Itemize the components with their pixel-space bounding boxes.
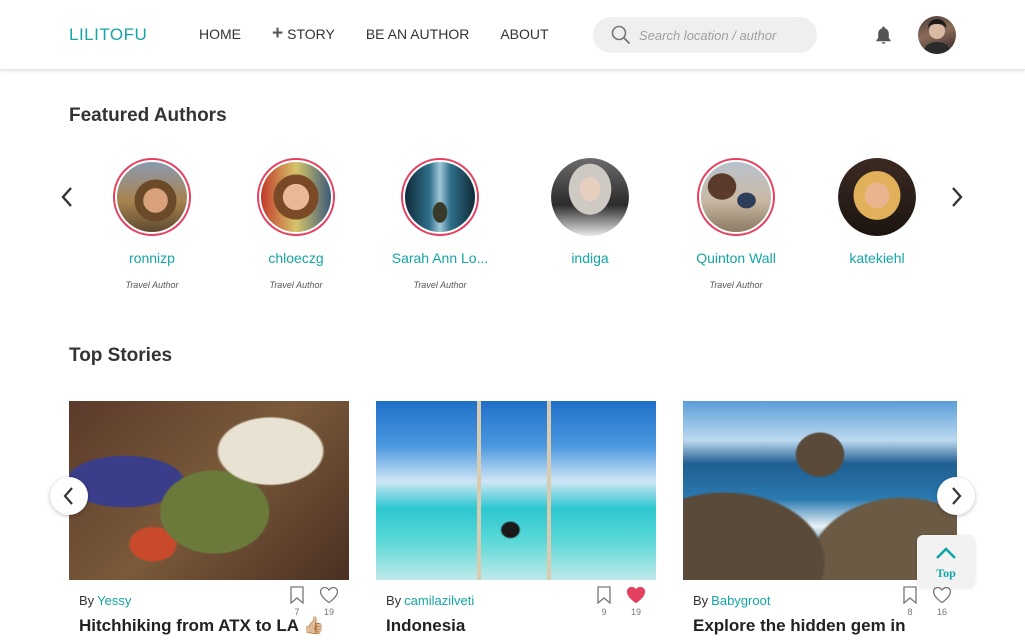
story-byline: By camilazilveti <box>386 593 474 608</box>
story-author-link[interactable]: Babygroot <box>711 593 770 608</box>
story-image[interactable] <box>376 401 656 580</box>
author-avatar[interactable] <box>697 158 775 236</box>
nav-home[interactable]: HOME <box>199 26 241 42</box>
story-author-link[interactable]: Yessy <box>97 593 131 608</box>
author-name[interactable]: ronnizp <box>77 250 227 266</box>
bookmark-icon <box>597 586 611 605</box>
featured-authors-title: Featured Authors <box>69 105 227 126</box>
authors-prev-button[interactable] <box>60 185 74 215</box>
author-role: Travel Author <box>709 280 763 290</box>
author-role: Travel Author <box>413 280 467 290</box>
author-card[interactable]: katekiehl <box>802 158 952 291</box>
stories-next-button[interactable] <box>937 477 975 515</box>
chevron-left-icon <box>61 187 72 207</box>
author-avatar[interactable] <box>113 158 191 236</box>
nav-be-an-author-label: BE AN AUTHOR <box>365 26 470 42</box>
heart-icon <box>319 586 339 604</box>
author-role: Travel Author <box>269 280 323 290</box>
story-card[interactable]: By Babygroot 8 16 Explore the hidden gem … <box>683 401 957 636</box>
top-stories-title: Top Stories <box>69 345 173 366</box>
author-card[interactable]: chloeczg Travel Author <box>221 158 371 291</box>
chevron-left-icon <box>63 487 73 505</box>
author-avatar[interactable] <box>838 158 916 236</box>
nav-story-label: STORY <box>287 26 335 42</box>
bookmark-icon <box>290 586 304 605</box>
nav-about-label: ABOUT <box>500 26 549 42</box>
bookmark-button[interactable]: 9 <box>588 586 620 617</box>
author-card[interactable]: ronnizp Travel Author <box>77 158 227 291</box>
author-role <box>515 280 665 291</box>
like-count: 19 <box>630 607 641 617</box>
heart-filled-icon <box>626 586 646 604</box>
bookmark-count: 8 <box>907 607 913 617</box>
stories-prev-button[interactable] <box>50 477 88 515</box>
story-author-link[interactable]: camilazilveti <box>404 593 474 608</box>
like-count: 16 <box>936 607 947 617</box>
site-logo[interactable]: LILITOFU <box>69 25 147 45</box>
story-meta: By Yessy 7 19 <box>69 580 349 620</box>
bookmark-icon <box>903 586 917 605</box>
nav-home-label: HOME <box>199 26 241 42</box>
story-card[interactable]: By camilazilveti 9 19 Indonesia <box>376 401 656 636</box>
author-avatar[interactable] <box>257 158 335 236</box>
bookmark-button[interactable]: 8 <box>894 586 926 617</box>
author-avatar[interactable] <box>551 158 629 236</box>
author-name[interactable]: Quinton Wall <box>661 250 811 266</box>
chevron-right-icon <box>952 187 963 207</box>
author-card[interactable]: indiga <box>515 158 665 291</box>
bookmark-button[interactable]: 7 <box>281 586 313 617</box>
like-button[interactable]: 19 <box>620 586 652 617</box>
like-button[interactable]: 19 <box>313 586 345 617</box>
story-byline: By Yessy <box>79 593 131 608</box>
story-byline: By Babygroot <box>693 593 770 608</box>
like-button[interactable]: 16 <box>926 586 958 617</box>
author-name[interactable]: indiga <box>515 250 665 266</box>
main-nav: HOME + STORY BE AN AUTHOR ABOUT <box>199 23 580 44</box>
story-actions: 7 19 <box>281 586 345 617</box>
chevron-up-icon <box>936 547 956 559</box>
story-meta: By camilazilveti 9 19 <box>376 580 656 620</box>
bookmark-count: 7 <box>294 607 300 617</box>
story-card[interactable]: By Yessy 7 19 Hitchhiking from ATX to LA … <box>69 401 349 636</box>
back-to-top-label: Top <box>936 566 956 580</box>
top-navbar: LILITOFU HOME + STORY BE AN AUTHOR ABOUT <box>0 0 1025 70</box>
story-meta: By Babygroot 8 16 <box>683 580 957 620</box>
story-actions: 8 16 <box>894 586 958 617</box>
search-icon <box>611 25 630 44</box>
search-input[interactable] <box>639 27 809 43</box>
story-actions: 9 19 <box>588 586 652 617</box>
by-label: By <box>693 593 709 608</box>
heart-icon <box>932 586 952 604</box>
like-count: 19 <box>323 607 334 617</box>
search-bar[interactable] <box>593 17 817 53</box>
by-label: By <box>386 593 402 608</box>
notification-bell-icon[interactable] <box>874 25 893 50</box>
plus-icon: + <box>272 23 284 44</box>
user-avatar[interactable] <box>918 16 956 54</box>
bookmark-count: 9 <box>601 607 607 617</box>
story-image[interactable] <box>69 401 349 580</box>
nav-story[interactable]: + STORY <box>272 23 335 44</box>
author-card[interactable]: Quinton Wall Travel Author <box>661 158 811 291</box>
author-avatar[interactable] <box>401 158 479 236</box>
by-label: By <box>79 593 95 608</box>
back-to-top-button[interactable]: Top <box>917 535 975 587</box>
author-name[interactable]: chloeczg <box>221 250 371 266</box>
author-role <box>802 280 952 291</box>
authors-next-button[interactable] <box>950 185 964 215</box>
story-image[interactable] <box>683 401 957 580</box>
chevron-right-icon <box>952 487 962 505</box>
nav-be-an-author[interactable]: BE AN AUTHOR <box>366 26 469 42</box>
nav-about[interactable]: ABOUT <box>500 26 548 42</box>
author-name[interactable]: katekiehl <box>802 250 952 266</box>
author-role: Travel Author <box>125 280 179 290</box>
author-card[interactable]: Sarah Ann Lo... Travel Author <box>365 158 515 291</box>
author-name[interactable]: Sarah Ann Lo... <box>365 250 515 266</box>
